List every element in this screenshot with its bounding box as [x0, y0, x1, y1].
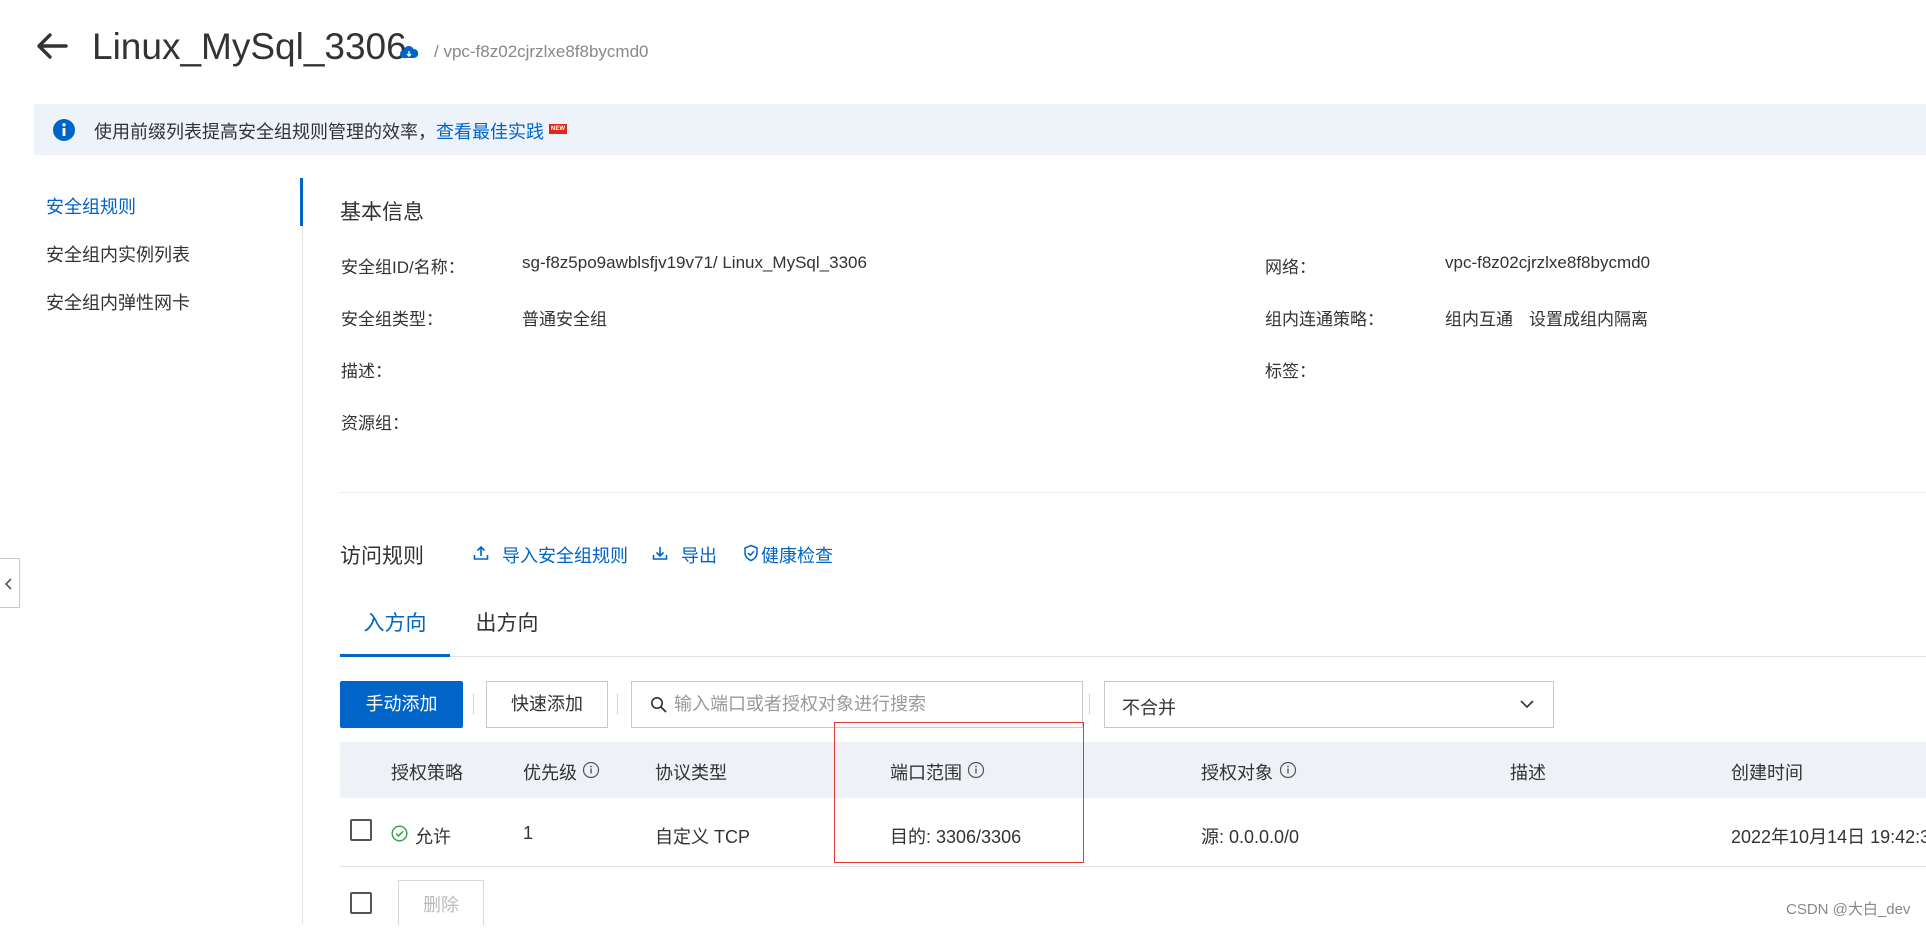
search-input[interactable] — [674, 684, 1074, 724]
chevron-down-icon — [1518, 695, 1536, 713]
health-check-link[interactable]: 健康检查 — [761, 542, 833, 568]
upload-icon — [472, 544, 490, 562]
best-practice-link[interactable]: 查看最佳实践 — [436, 118, 544, 144]
info-circle-icon[interactable] — [582, 761, 600, 779]
access-rules-title: 访问规则 — [340, 545, 424, 568]
active-tab-underline — [340, 654, 450, 657]
cell-created: 2022年10月14日 19:42:39 — [1731, 827, 1926, 847]
column-description: 描述 — [1510, 763, 1546, 783]
tabs-divider — [340, 656, 1926, 657]
check-circle-icon — [391, 825, 408, 842]
shield-check-icon — [742, 544, 760, 562]
column-source: 授权对象 — [1201, 763, 1273, 783]
new-badge: NEW — [549, 124, 567, 134]
column-priority: 优先级 — [523, 763, 577, 783]
sidebar-divider — [302, 178, 303, 924]
row-checkbox[interactable] — [350, 819, 372, 841]
sidebar-active-indicator — [300, 178, 303, 226]
watermark: CSDN @大白_dev — [1786, 901, 1911, 918]
banner-text: 使用前缀列表提高安全组规则管理的效率， — [94, 122, 436, 142]
import-rules-link[interactable]: 导入安全组规则 — [502, 542, 628, 568]
sidebar-item-instance-list[interactable]: 安全组内实例列表 — [46, 241, 190, 267]
sg-type-value: 普通安全组 — [522, 310, 607, 329]
back-arrow-icon[interactable] — [34, 28, 70, 64]
select-all-checkbox[interactable] — [350, 892, 372, 914]
manual-add-button[interactable]: 手动添加 — [340, 681, 463, 728]
sg-id-label: 安全组ID/名称： — [341, 258, 465, 277]
tags-label: 标签： — [1265, 362, 1316, 381]
cell-protocol: 自定义 TCP — [655, 827, 751, 847]
tab-inbound[interactable]: 入方向 — [340, 608, 450, 656]
highlight-annotation — [834, 722, 1084, 863]
column-policy: 授权策略 — [391, 763, 463, 783]
network-label: 网络： — [1265, 258, 1316, 277]
set-isolation-link[interactable]: 设置成组内隔离 — [1529, 305, 1648, 330]
sidebar-item-eni-list[interactable]: 安全组内弹性网卡 — [46, 289, 190, 315]
network-value: vpc-f8z02cjrzlxe8f8bycmd0 — [1445, 253, 1651, 272]
breadcrumb: / vpc-f8z02cjrzlxe8f8bycmd0 — [434, 42, 649, 61]
toolbar-separator — [617, 694, 618, 714]
cell-policy: 允许 — [415, 827, 451, 847]
intra-policy-value: 组内互通 — [1445, 310, 1513, 329]
table-row — [340, 798, 1926, 867]
sidebar-item-security-group-rules[interactable]: 安全组规则 — [46, 193, 136, 219]
download-icon — [651, 544, 669, 562]
sg-type-label: 安全组类型： — [341, 310, 443, 329]
basic-info-title: 基本信息 — [340, 201, 424, 224]
toolbar-separator — [1089, 694, 1090, 714]
cell-priority: 1 — [523, 823, 534, 843]
intra-policy-label: 组内连通策略： — [1265, 310, 1384, 329]
quick-add-button[interactable]: 快速添加 — [486, 681, 608, 728]
search-icon — [650, 696, 667, 713]
description-label: 描述： — [341, 362, 392, 381]
tab-outbound[interactable]: 出方向 — [462, 608, 552, 656]
merge-select-value: 不合并 — [1122, 698, 1176, 718]
section-divider — [340, 492, 1926, 493]
collapse-sidebar-handle[interactable] — [0, 558, 20, 608]
page-title: Linux_MySql_3306 — [92, 26, 407, 67]
cell-source: 源: 0.0.0.0/0 — [1201, 827, 1300, 847]
toolbar-separator — [473, 694, 474, 714]
column-created: 创建时间 — [1731, 763, 1803, 783]
table-header — [340, 742, 1926, 798]
resource-group-label: 资源组： — [341, 414, 409, 433]
info-icon — [52, 118, 76, 142]
export-link[interactable]: 导出 — [681, 542, 717, 568]
sg-id-value: sg-f8z5po9awblsfjv19v71/ Linux_MySql_330… — [522, 253, 867, 272]
info-circle-icon[interactable] — [1279, 761, 1297, 779]
cloud-icon — [400, 45, 419, 59]
delete-button: 删除 — [398, 880, 484, 925]
column-protocol: 协议类型 — [655, 763, 727, 783]
